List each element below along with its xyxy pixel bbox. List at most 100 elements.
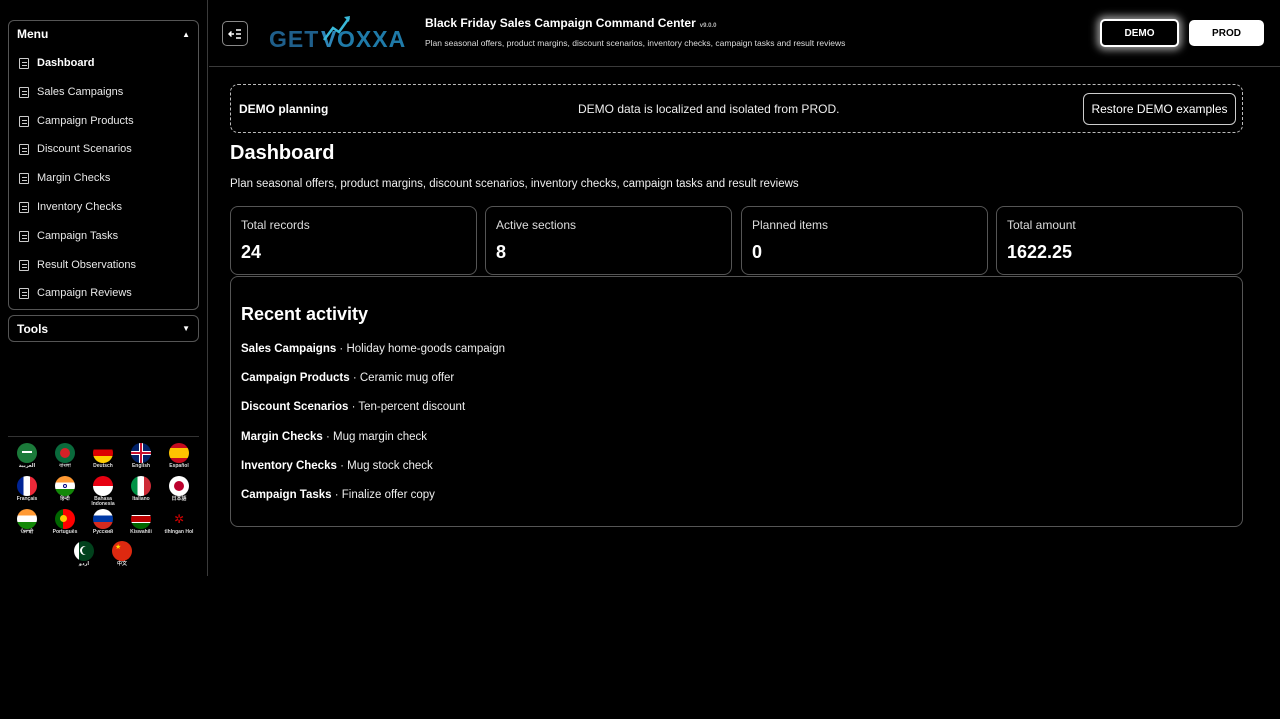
sidebar-item-label: Dashboard [37, 57, 95, 69]
env-prod-button[interactable]: PROD [1189, 20, 1264, 46]
language-hindi[interactable]: हिन्दी [48, 476, 82, 502]
language-italian[interactable]: Italiano [124, 476, 158, 502]
stat-value: 24 [241, 242, 262, 262]
sidebar-item-inventory-checks[interactable]: Inventory Checks [19, 198, 122, 216]
language-french[interactable]: Français [10, 476, 44, 502]
document-icon [19, 287, 29, 299]
language-portuguese[interactable]: Português [48, 509, 82, 535]
bangladesh-flag-icon [55, 443, 75, 463]
germany-flag-icon [93, 443, 113, 463]
sidebar-item-label: Campaign Tasks [37, 230, 119, 242]
language-label: हिन्दी [60, 496, 70, 502]
sidebar-item-label: Campaign Products [37, 115, 134, 127]
sidebar-item-label: Sales Campaigns [37, 86, 124, 98]
language-label: اردو [78, 561, 90, 567]
pakistan-flag-icon [74, 541, 94, 561]
restore-demo-button[interactable]: Restore DEMO examples [1083, 93, 1236, 125]
stat-label: Active sections [496, 218, 577, 232]
sidebar-item-label: Margin Checks [37, 172, 111, 184]
version-label: v9.0.0 [699, 23, 717, 29]
language-label: 日本語 [171, 496, 187, 502]
recent-activity-title: Recent activity [241, 304, 369, 324]
language-chinese[interactable]: ★ 中文 [105, 541, 139, 567]
language-german[interactable]: Deutsch [86, 443, 120, 469]
sidebar-item-margin-checks[interactable]: Margin Checks [19, 169, 110, 187]
document-icon [19, 57, 29, 69]
activity-item: Margin Checks · Mug margin check [241, 431, 428, 443]
language-label: Bahasa Indonesia [91, 496, 115, 507]
sidebar-item-sales-campaigns[interactable]: Sales Campaigns [19, 83, 123, 101]
language-urdu[interactable]: اردو [67, 541, 101, 567]
activity-item: Sales Campaigns · Holiday home-goods cam… [241, 343, 506, 355]
sidebar: Menu ▲ Dashboard Sales Campaigns Campaig… [0, 0, 208, 576]
italy-flag-icon [131, 476, 151, 496]
sidebar-item-label: Inventory Checks [37, 201, 122, 213]
japan-flag-icon [169, 476, 189, 496]
stat-card-active-sections: Active sections 8 [485, 206, 732, 275]
language-label: Deutsch [93, 463, 113, 469]
language-english[interactable]: English [124, 443, 158, 469]
language-swahili[interactable]: Kiswahili [124, 509, 158, 535]
language-label: tlhIngan Hol [164, 529, 194, 535]
language-bengali[interactable]: বাংলা [48, 443, 82, 469]
language-label: English [131, 463, 151, 469]
document-icon [19, 143, 29, 155]
activity-item: Inventory Checks · Mug stock check [241, 460, 433, 472]
sidebar-item-discount-scenarios[interactable]: Discount Scenarios [19, 140, 132, 158]
page-title: Dashboard [230, 142, 335, 164]
portugal-flag-icon [55, 509, 75, 529]
svg-text:OXXA: OXXA [337, 26, 406, 52]
stat-value: 1622.25 [1007, 242, 1073, 262]
language-label: Português [52, 529, 78, 535]
sidebar-item-campaign-products[interactable]: Campaign Products [19, 112, 134, 130]
document-icon [19, 259, 29, 271]
language-label: Español [169, 463, 189, 469]
language-klingon[interactable]: ✲ tlhIngan Hol [162, 509, 196, 535]
svg-text:GET: GET [269, 26, 319, 52]
language-label: Italiano [132, 496, 150, 502]
stat-label: Planned items [752, 218, 829, 232]
language-russian[interactable]: Русский [86, 509, 120, 535]
env-demo-button[interactable]: DEMO [1100, 19, 1179, 47]
demo-banner-message: DEMO data is localized and isolated from… [578, 102, 840, 116]
sidebar-item-result-observations[interactable]: Result Observations [19, 256, 136, 274]
tools-panel[interactable]: Tools ▼ [8, 315, 199, 342]
document-icon [19, 172, 29, 184]
recent-activity-panel: Recent activity Sales Campaigns · Holida… [230, 276, 1243, 527]
language-spanish[interactable]: Español [162, 443, 196, 469]
activity-item: Campaign Products · Ceramic mug offer [241, 372, 455, 384]
sidebar-item-label: Result Observations [37, 259, 137, 271]
collapse-sidebar-button[interactable] [222, 21, 248, 46]
language-label: বাংলা [59, 463, 71, 469]
sidebar-item-campaign-tasks[interactable]: Campaign Tasks [19, 227, 118, 245]
demo-banner: DEMO planning DEMO data is localized and… [230, 84, 1243, 133]
activity-item: Discount Scenarios · Ten-percent discoun… [241, 401, 466, 413]
language-arabic[interactable]: العربية [10, 443, 44, 469]
language-indonesian[interactable]: Bahasa Indonesia [86, 476, 120, 507]
language-label: العربية [18, 463, 36, 469]
language-japanese[interactable]: 日本語 [162, 476, 196, 502]
document-icon [19, 201, 29, 213]
language-label: Kiswahili [130, 529, 152, 535]
demo-banner-title: DEMO planning [239, 102, 329, 116]
sidebar-item-dashboard[interactable]: Dashboard [19, 54, 94, 72]
page-subtitle: Plan seasonal offers, product margins, d… [230, 178, 799, 190]
stat-value: 8 [496, 242, 507, 262]
spain-flag-icon [169, 443, 189, 463]
tools-title: Tools [17, 321, 49, 336]
sidebar-item-label: Campaign Reviews [37, 287, 132, 299]
menu-title: Menu [17, 27, 49, 41]
stat-label: Total records [241, 218, 310, 232]
sidebar-item-campaign-reviews[interactable]: Campaign Reviews [19, 284, 132, 302]
language-punjabi[interactable]: ਪੰਜਾਬੀ [10, 509, 44, 535]
indonesia-flag-icon [93, 476, 113, 496]
app-title: Black Friday Sales Campaign Command Cent… [425, 16, 717, 30]
chevron-down-icon: ▼ [182, 324, 190, 333]
klingon-emblem-icon: ✲ [169, 509, 189, 529]
menu-header[interactable]: Menu ▲ [9, 21, 198, 47]
app-subtitle: Plan seasonal offers, product margins, d… [425, 38, 846, 48]
uk-flag-icon [131, 443, 151, 463]
document-icon [19, 86, 29, 98]
divider [8, 436, 199, 437]
saudi-flag-icon [17, 443, 37, 463]
